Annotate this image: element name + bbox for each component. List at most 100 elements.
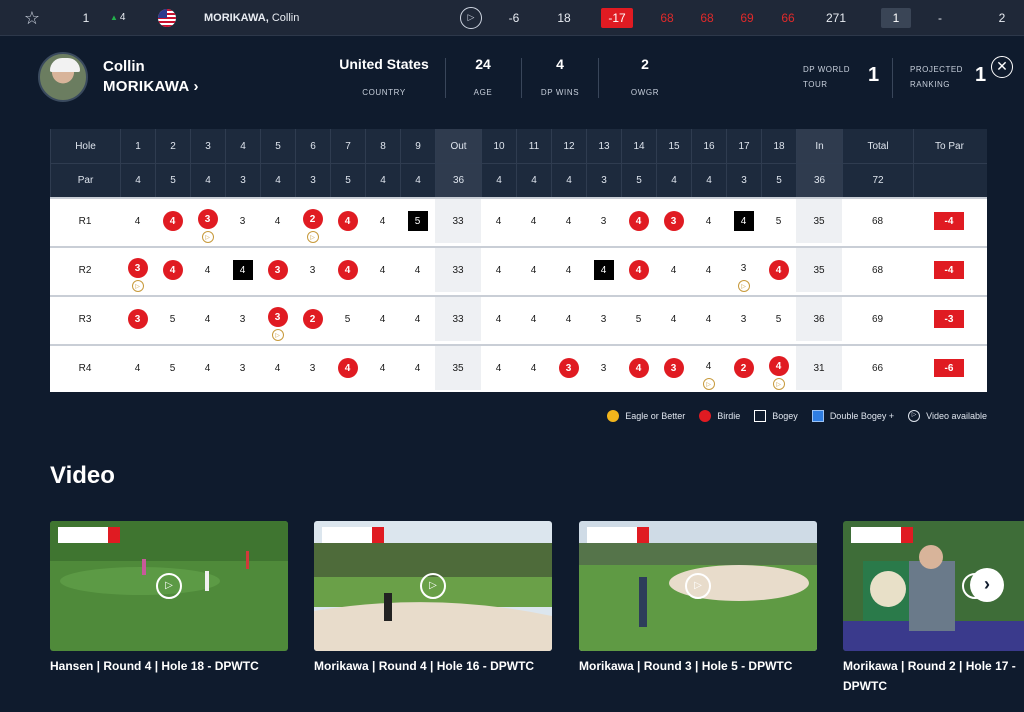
score: 4 xyxy=(565,215,572,227)
score: 5 xyxy=(775,215,782,227)
birdie-score: 4 xyxy=(628,260,649,280)
score: 5 xyxy=(169,362,176,374)
video-available-icon[interactable]: ▷ xyxy=(772,378,785,390)
score: 35 xyxy=(813,215,825,227)
video-card[interactable]: ▷ xyxy=(50,521,288,651)
score-cell: 5 xyxy=(155,346,190,390)
par-cell: 5 xyxy=(621,164,656,197)
score: 4 xyxy=(530,215,537,227)
video-card[interactable]: ▷ xyxy=(314,521,552,651)
score: 4 xyxy=(565,264,572,276)
video-title[interactable]: Morikawa | Round 4 | Hole 16 - DPWTC xyxy=(314,656,554,676)
birdie-score: 4 xyxy=(337,211,358,231)
par-row: Par 4 5 4 3 4 3 5 4 4 36 4 4 4 3 5 4 4 3 5 36 72 xyxy=(50,163,987,197)
video-available-icon[interactable]: ▷ xyxy=(737,280,750,292)
header-cell: 6 xyxy=(295,129,330,163)
score-cell: 68 xyxy=(842,199,913,243)
close-icon[interactable]: ✕ xyxy=(991,56,1013,78)
score: 3 xyxy=(309,264,316,276)
score: 4 xyxy=(379,215,386,227)
score-cell: 35 xyxy=(796,248,842,292)
play-icon[interactable]: ▷ xyxy=(685,573,711,599)
score-cell: 3 xyxy=(656,346,691,390)
divider xyxy=(892,58,893,98)
score-cell: 4 xyxy=(120,346,155,390)
header-cell: 13 xyxy=(586,129,621,163)
score: 5 xyxy=(775,313,782,325)
to-par-badge: -6 xyxy=(934,359,964,377)
score: 4 xyxy=(134,362,141,374)
player-profile-link[interactable]: MORIKAWA › xyxy=(103,78,199,95)
video-available-icon[interactable]: ▷ xyxy=(702,378,715,390)
double-bogey-square-icon xyxy=(811,410,824,422)
score: 4 xyxy=(379,313,386,325)
dp-world-tour-label: DP WORLD TOUR xyxy=(803,65,850,89)
play-icon[interactable]: ▷ xyxy=(156,573,182,599)
legend-video: ▷ Video available xyxy=(908,410,987,422)
bogey-square-icon xyxy=(754,410,767,422)
score-cell: 4 xyxy=(691,199,726,243)
score-cell: 4 xyxy=(516,199,551,243)
score: 3 xyxy=(239,362,246,374)
score: 4 xyxy=(705,360,712,372)
score: 31 xyxy=(813,362,825,374)
video-title[interactable]: Morikawa | Round 3 | Hole 5 - DPWTC xyxy=(579,656,819,676)
score-cell: 4 xyxy=(761,248,796,292)
play-video-icon[interactable]: ▷ xyxy=(460,7,482,29)
col-b: - xyxy=(938,11,942,25)
score-cell: 4 xyxy=(400,346,435,390)
score-cell: 5 xyxy=(621,297,656,341)
total-score: 271 xyxy=(825,11,847,25)
score: 3 xyxy=(600,215,607,227)
par-cell: 4 xyxy=(365,164,400,197)
score: 3 xyxy=(600,313,607,325)
score-cell: 5 xyxy=(400,199,435,243)
header-cell: To Par xyxy=(913,129,985,163)
score: 68 xyxy=(871,215,884,227)
to-par-badge: -17 xyxy=(601,8,633,28)
birdie-score: 4 xyxy=(337,260,358,280)
player-first-name: Collin xyxy=(103,58,145,75)
table-row: R2 3 ▷ 4 4 4 3 3 4 4 4 33 4 4 4 4 4 4 4 3 ▷ 4 35 68 -4 xyxy=(50,246,987,292)
score-cell: 33 xyxy=(435,297,481,341)
score-cell: 36 xyxy=(796,297,842,341)
bogey-score: 4 xyxy=(232,260,253,280)
player-name[interactable]: MORIKAWA, Collin xyxy=(204,0,299,36)
score-cell: 4 xyxy=(656,297,691,341)
video-available-icon[interactable]: ▷ xyxy=(271,329,284,341)
carousel-next-button[interactable]: › xyxy=(970,568,1004,602)
video-title[interactable]: Hansen | Round 4 | Hole 18 - DPWTC xyxy=(50,656,290,676)
par-cell: 3 xyxy=(295,164,330,197)
to-par-badge: -3 xyxy=(934,310,964,328)
play-icon[interactable]: ▷ xyxy=(420,573,446,599)
score: 4 xyxy=(414,362,421,374)
leaderboard-row[interactable]: ☆ 1 ▲ 4 MORIKAWA, Collin ▷ -6 18 -17 68 6… xyxy=(0,0,1024,36)
score: 66 xyxy=(871,362,884,374)
position-movement: ▲ 4 xyxy=(110,12,126,23)
header-cell: 5 xyxy=(260,129,295,163)
header-cell: 12 xyxy=(551,129,586,163)
stat-country: United States COUNTRY xyxy=(339,56,429,97)
video-available-icon[interactable]: ▷ xyxy=(131,280,144,292)
score-cell: 4 xyxy=(260,346,295,390)
birdie-score: 4 xyxy=(628,211,649,231)
score: 5 xyxy=(635,313,642,325)
video-available-icon[interactable]: ▷ xyxy=(201,231,214,243)
score-cell: 2 xyxy=(726,346,761,390)
par-cell: 72 xyxy=(842,164,913,197)
eagle-dot-icon xyxy=(607,410,620,422)
score: 68 xyxy=(871,264,884,276)
score-cell: 4 xyxy=(155,248,190,292)
video-title[interactable]: Morikawa | Round 2 | Hole 17 - DPWTC xyxy=(843,656,1024,696)
video-available-icon[interactable]: ▷ xyxy=(306,231,319,243)
hole-header-row: Hole 1 2 3 4 5 6 7 8 9 Out 10 11 12 13 14 15 16 17 18 In Tota… xyxy=(50,129,987,163)
video-card[interactable]: ▷ xyxy=(579,521,817,651)
favorite-star-icon[interactable]: ☆ xyxy=(20,0,44,36)
score-cell: -4 xyxy=(913,199,985,243)
header-cell: 15 xyxy=(656,129,691,163)
score-cell: 4 xyxy=(120,199,155,243)
header-cell: 9 xyxy=(400,129,435,163)
divider xyxy=(521,58,522,98)
birdie-score: 4 xyxy=(768,260,789,280)
score: 4 xyxy=(705,215,712,227)
